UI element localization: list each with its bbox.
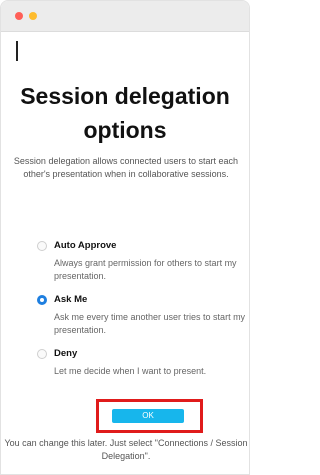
session-delegation-window: Session delegation options Session deleg… bbox=[0, 0, 250, 475]
page-title: Session delegation options bbox=[20, 83, 230, 143]
option-label-deny: Deny bbox=[54, 348, 78, 359]
text-cursor-icon bbox=[16, 41, 18, 61]
page-description: Session delegation allows connected user… bbox=[13, 156, 239, 179]
ok-button[interactable]: OK bbox=[112, 409, 184, 423]
radio-deny[interactable] bbox=[37, 349, 47, 359]
option-label-auto-approve: Auto Approve bbox=[54, 240, 117, 251]
option-auto-approve[interactable]: Auto Approve Always grant permission for… bbox=[37, 239, 247, 285]
option-deny[interactable]: Deny Let me decide when I want to presen… bbox=[37, 347, 247, 383]
option-description-ask-me: Ask me every time another user tries to … bbox=[54, 312, 246, 335]
window-titlebar bbox=[1, 1, 249, 32]
option-ask-me[interactable]: Ask Me Ask me every time another user tr… bbox=[37, 293, 247, 339]
minimize-window-button[interactable] bbox=[29, 12, 37, 20]
option-description-deny: Let me decide when I want to present. bbox=[54, 366, 207, 376]
close-window-button[interactable] bbox=[15, 12, 23, 20]
footer-note: You can change this later. Just select "… bbox=[4, 438, 248, 461]
radio-auto-approve[interactable] bbox=[37, 241, 47, 251]
option-label-ask-me: Ask Me bbox=[54, 294, 88, 305]
radio-ask-me[interactable] bbox=[37, 295, 47, 305]
option-description-auto-approve: Always grant permission for others to st… bbox=[54, 258, 237, 281]
